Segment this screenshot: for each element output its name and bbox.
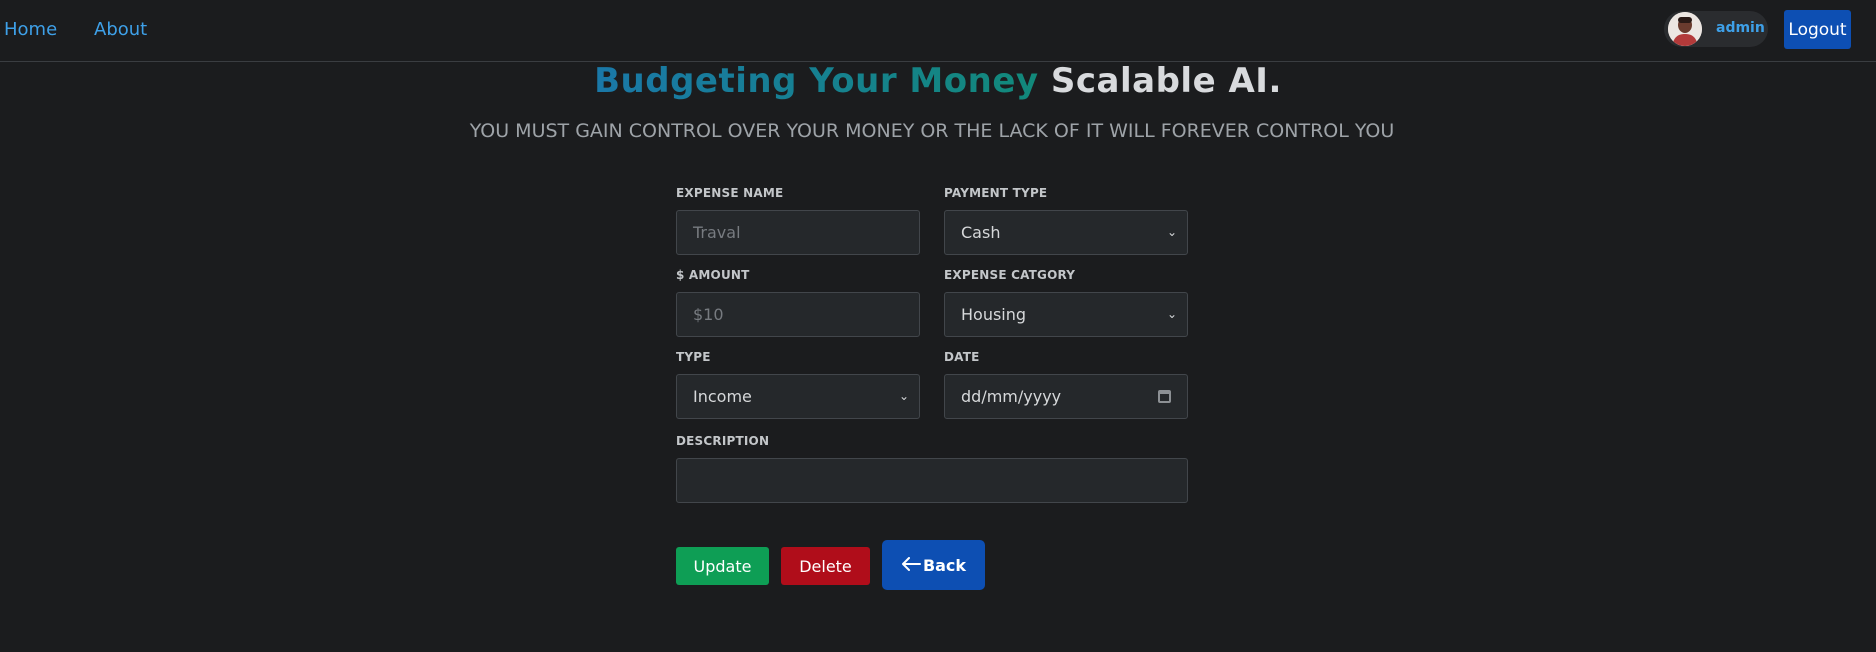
type-value: Income bbox=[693, 387, 752, 406]
date-label: DATE bbox=[944, 350, 980, 364]
back-button[interactable]: Back bbox=[882, 540, 985, 590]
description-input[interactable] bbox=[676, 458, 1188, 503]
back-button-label: Back bbox=[922, 555, 967, 575]
payment-type-label: PAYMENT TYPE bbox=[944, 186, 1048, 200]
nav-home-link[interactable]: Home bbox=[4, 19, 57, 40]
date-input[interactable]: dd/mm/yyyy bbox=[944, 374, 1188, 419]
chevron-down-icon: ⌄ bbox=[898, 389, 909, 403]
user-menu[interactable]: admin bbox=[1664, 11, 1768, 47]
user-name: admin bbox=[1716, 20, 1765, 36]
amount-label: $ AMOUNT bbox=[676, 268, 750, 282]
arrow-left-icon bbox=[901, 556, 921, 575]
expense-category-select[interactable]: Housing ⌄ bbox=[944, 292, 1188, 337]
title-highlight: Budgeting Your Money bbox=[594, 61, 1039, 101]
avatar bbox=[1668, 12, 1702, 46]
calendar-icon[interactable] bbox=[1158, 390, 1171, 403]
amount-input[interactable]: $10 bbox=[676, 292, 920, 337]
description-label: DESCRIPTION bbox=[676, 434, 770, 448]
date-placeholder: dd/mm/yyyy bbox=[961, 387, 1062, 406]
logout-button[interactable]: Logout bbox=[1784, 10, 1851, 49]
expense-category-label: EXPENSE CATGORY bbox=[944, 268, 1076, 282]
expense-category-value: Housing bbox=[961, 305, 1027, 324]
payment-type-value: Cash bbox=[961, 223, 1001, 242]
page-title: Budgeting Your Money Scalable AI. bbox=[0, 61, 1876, 101]
update-button[interactable]: Update bbox=[676, 547, 769, 585]
expense-name-label: EXPENSE NAME bbox=[676, 186, 784, 200]
title-rest: Scalable AI. bbox=[1050, 61, 1282, 101]
navbar: Home About admin Logout bbox=[0, 0, 1876, 62]
expense-name-input[interactable]: Traval bbox=[676, 210, 920, 255]
chevron-down-icon: ⌄ bbox=[1166, 307, 1177, 321]
payment-type-select[interactable]: Cash ⌄ bbox=[944, 210, 1188, 255]
type-select[interactable]: Income ⌄ bbox=[676, 374, 920, 419]
chevron-down-icon: ⌄ bbox=[1166, 225, 1177, 239]
page-subtitle: YOU MUST GAIN CONTROL OVER YOUR MONEY OR… bbox=[469, 120, 1395, 142]
delete-button[interactable]: Delete bbox=[781, 547, 870, 585]
nav-about-link[interactable]: About bbox=[94, 19, 147, 40]
type-label: TYPE bbox=[676, 350, 711, 364]
